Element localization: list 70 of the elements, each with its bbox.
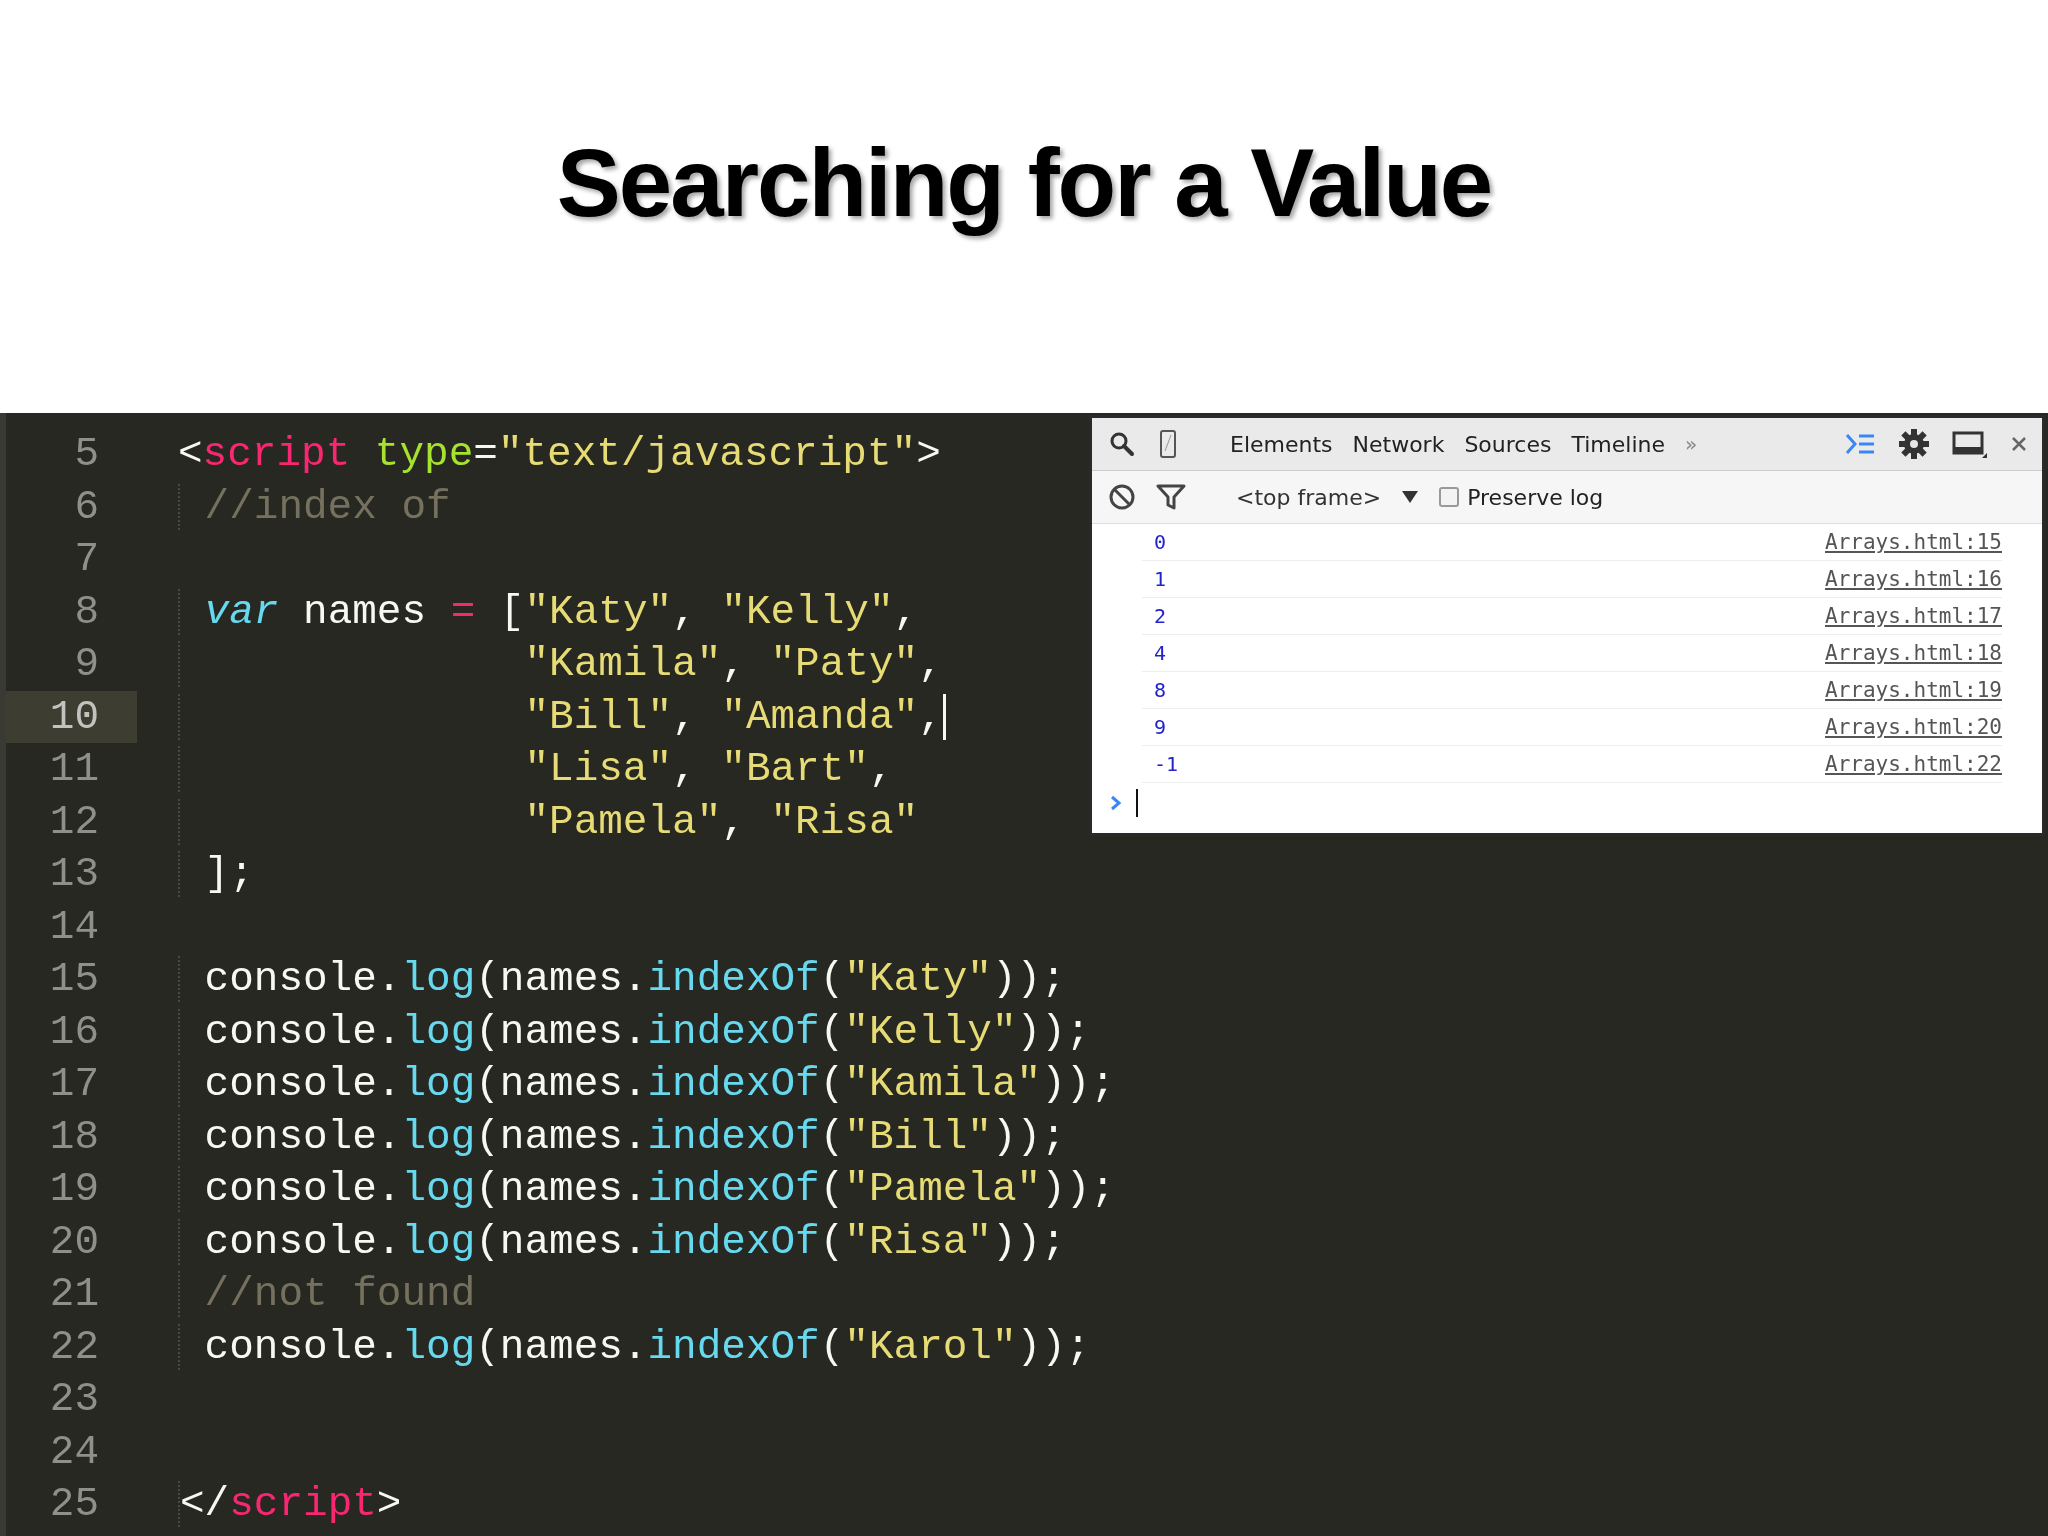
line-number: 19 bbox=[48, 1165, 100, 1215]
dropdown-triangle-icon[interactable] bbox=[1401, 490, 1420, 504]
text-cursor bbox=[942, 693, 946, 740]
line-number: 7 bbox=[73, 535, 100, 585]
line-number: 23 bbox=[48, 1375, 100, 1425]
source-link[interactable]: Arrays.html:22 bbox=[1825, 752, 2002, 776]
line-number: 24 bbox=[48, 1427, 100, 1477]
code-line: ]; bbox=[178, 851, 254, 898]
line-number: 6 bbox=[73, 482, 100, 532]
line-number: 21 bbox=[48, 1270, 100, 1320]
code-line: console.log(names.indexOf("Bill")); bbox=[178, 1113, 1066, 1160]
code-line: <script type="text/javascript"> bbox=[178, 431, 941, 478]
filter-icon[interactable] bbox=[1156, 483, 1186, 511]
clear-icon[interactable] bbox=[1108, 483, 1136, 511]
console-drawer-icon[interactable] bbox=[1844, 431, 1876, 457]
line-number: 18 bbox=[48, 1112, 100, 1162]
panel-tab[interactable]: Elements bbox=[1230, 431, 1333, 457]
log-value: 2 bbox=[1153, 604, 1167, 628]
line-number: 25 bbox=[48, 1480, 100, 1530]
checkbox-label[interactable]: Preserve log bbox=[1467, 484, 1604, 510]
settings-icon[interactable] bbox=[1898, 428, 1930, 460]
source-link[interactable]: Arrays.html:17 bbox=[1825, 604, 2002, 628]
line-number: 9 bbox=[73, 640, 100, 690]
code-line: console.log(names.indexOf("Katy")); bbox=[178, 956, 1066, 1003]
slide-title: Searching for a Value bbox=[556, 130, 1492, 236]
log-value: -1 bbox=[1153, 752, 1179, 776]
line-number: 8 bbox=[73, 587, 100, 637]
dock-icon[interactable] bbox=[1952, 429, 1988, 459]
panel-tab[interactable]: Sources bbox=[1464, 431, 1552, 457]
frame-selector[interactable]: <top frame> bbox=[1236, 484, 1382, 510]
code-line: </script> bbox=[178, 1481, 402, 1528]
line-number: 16 bbox=[48, 1007, 100, 1057]
line-number: 11 bbox=[48, 745, 100, 795]
code-line: "Lisa", "Bart", bbox=[178, 746, 894, 793]
code-line: console.log(names.indexOf("Karol")); bbox=[178, 1323, 1091, 1370]
code-line: //index of bbox=[178, 483, 451, 530]
log-value: 4 bbox=[1153, 641, 1167, 665]
code-line: console.log(names.indexOf("Kamila")); bbox=[178, 1061, 1115, 1108]
prompt-chevron-icon bbox=[1110, 795, 1122, 811]
line-number: 14 bbox=[48, 902, 100, 952]
phone-icon[interactable] bbox=[1158, 429, 1178, 459]
source-link[interactable]: Arrays.html:15 bbox=[1825, 530, 2002, 554]
panel-tab[interactable]: Timeline bbox=[1571, 431, 1665, 457]
log-value: 9 bbox=[1153, 715, 1167, 739]
log-value: 8 bbox=[1153, 678, 1167, 702]
line-number: 17 bbox=[48, 1060, 100, 1110]
code-line: var names = ["Katy", "Kelly", bbox=[178, 588, 919, 635]
close-icon[interactable] bbox=[2010, 435, 2028, 453]
line-number: 12 bbox=[48, 797, 100, 847]
code-line: "Kamila", "Paty", bbox=[178, 641, 943, 688]
line-number: 22 bbox=[48, 1322, 100, 1372]
code-line: console.log(names.indexOf("Pamela")); bbox=[178, 1166, 1115, 1213]
line-number: 10 bbox=[6, 690, 137, 743]
checkbox[interactable] bbox=[1439, 487, 1460, 507]
source-link[interactable]: Arrays.html:20 bbox=[1825, 715, 2002, 739]
log-value: 1 bbox=[1153, 567, 1167, 591]
code-line: console.log(names.indexOf("Risa")); bbox=[178, 1218, 1066, 1265]
log-value: 0 bbox=[1153, 530, 1167, 554]
source-link[interactable]: Arrays.html:18 bbox=[1825, 641, 2002, 665]
line-number: 15 bbox=[48, 955, 100, 1005]
code-line: "Pamela", "Risa" bbox=[178, 798, 919, 845]
code-line: //not found bbox=[178, 1271, 476, 1318]
panel-tab[interactable]: Network bbox=[1352, 431, 1445, 457]
search-icon[interactable] bbox=[1108, 430, 1136, 458]
line-number: 13 bbox=[48, 850, 100, 900]
code-line: console.log(names.indexOf("Kelly")); bbox=[178, 1008, 1091, 1055]
source-link[interactable]: Arrays.html:16 bbox=[1825, 567, 2002, 591]
source-link[interactable]: Arrays.html:19 bbox=[1825, 678, 2002, 702]
line-number: 20 bbox=[48, 1217, 100, 1267]
line-number: 5 bbox=[73, 430, 100, 480]
